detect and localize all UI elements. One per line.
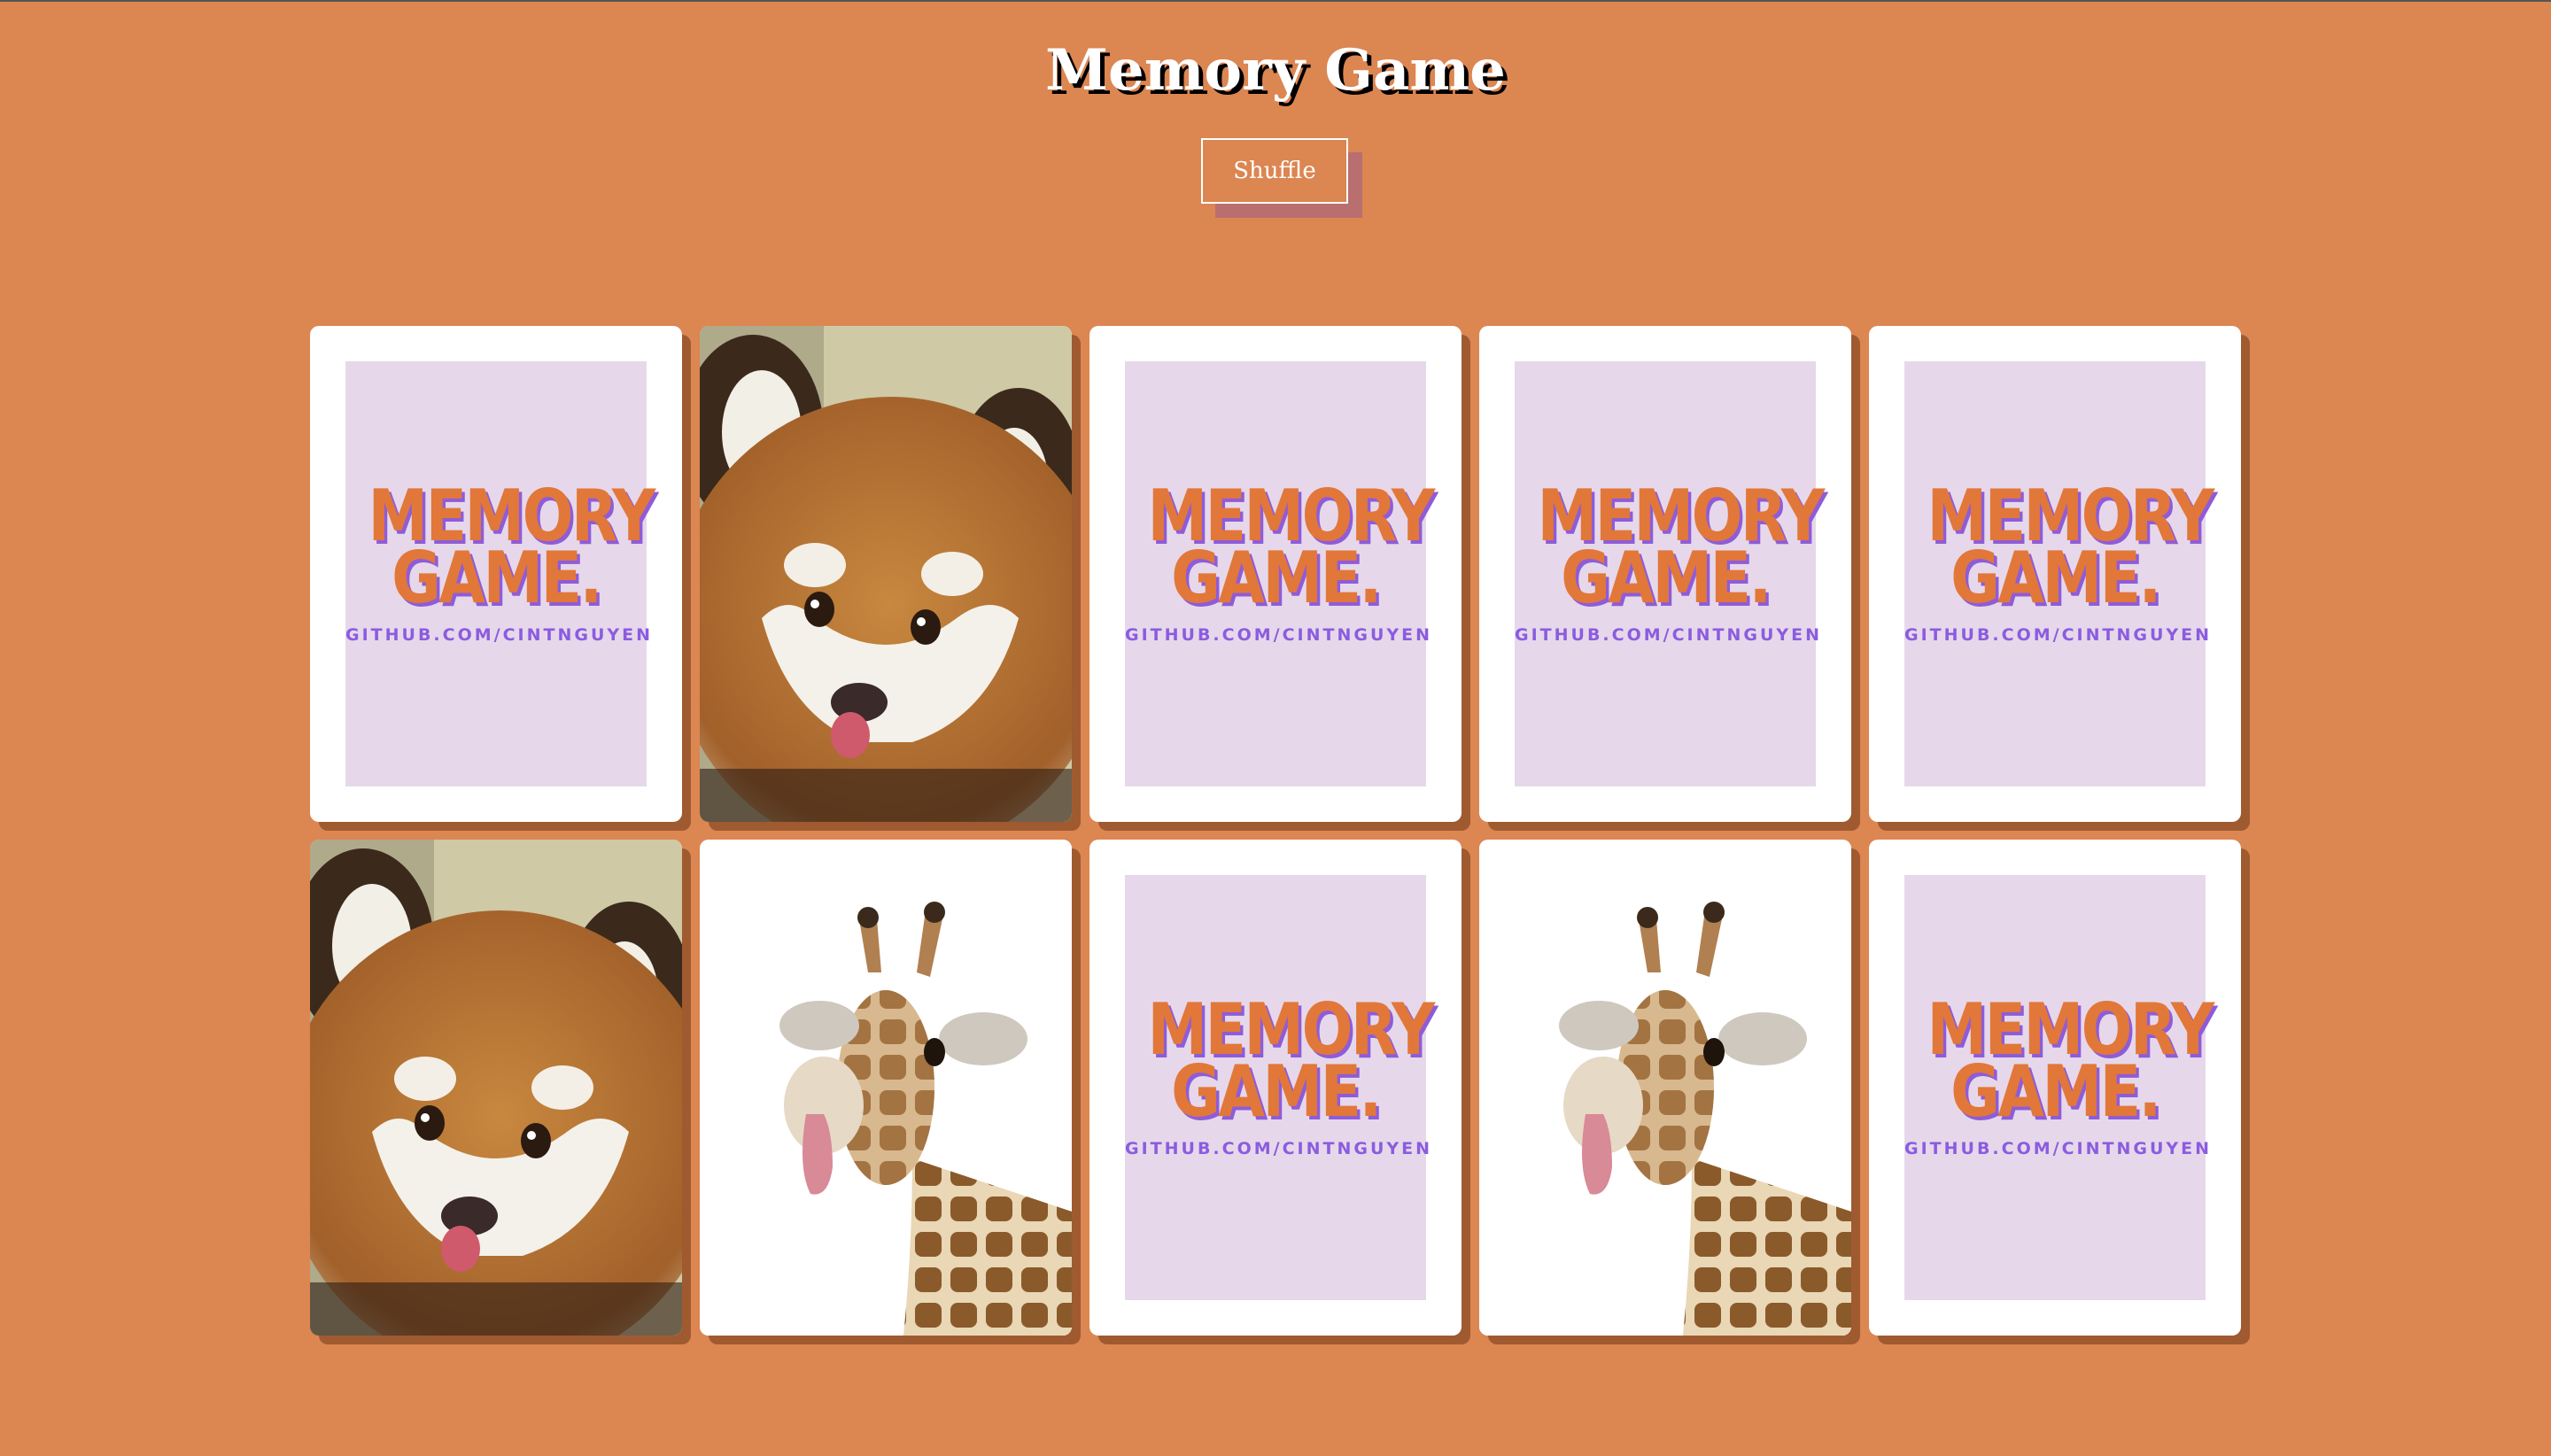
card-face-down[interactable]: MEMORY GAME. GITHUB.COM/CINTNGUYEN [1479,326,1851,822]
card-giraffe[interactable] [700,840,1072,1336]
card-face-down[interactable]: MEMORY GAME. GITHUB.COM/CINTNGUYEN [1869,326,2241,822]
card-back-design: MEMORY GAME. GITHUB.COM/CINTNGUYEN [1904,875,2215,1300]
card-face-down[interactable]: MEMORY GAME. GITHUB.COM/CINTNGUYEN [1869,840,2241,1336]
game-page: Memory Game Shuffle MEMORY GAME. GITHUB.… [0,0,2551,1456]
memory-game-logo: MEMORY GAME. [1147,988,1436,1133]
card-back-design: MEMORY GAME. GITHUB.COM/CINTNGUYEN [1515,361,1826,786]
card-back-design: MEMORY GAME. GITHUB.COM/CINTNGUYEN [1125,875,1436,1300]
logo-subtitle: GITHUB.COM/CINTNGUYEN [1904,1139,2213,1158]
card-back-design: MEMORY GAME. GITHUB.COM/CINTNGUYEN [345,361,656,786]
card-giraffe[interactable] [1479,840,1851,1336]
memory-game-logo: MEMORY GAME. [1147,475,1436,619]
card-face-down[interactable]: MEMORY GAME. GITHUB.COM/CINTNGUYEN [310,326,682,822]
logo-subtitle: GITHUB.COM/CINTNGUYEN [345,625,654,645]
red-panda-image [310,840,682,1336]
card-face-down[interactable]: MEMORY GAME. GITHUB.COM/CINTNGUYEN [1089,326,1462,822]
giraffe-image [700,840,1072,1336]
logo-subtitle: GITHUB.COM/CINTNGUYEN [1904,625,2213,645]
card-grid: MEMORY GAME. GITHUB.COM/CINTNGUYEN MEMOR… [310,326,2241,1336]
shuffle-button[interactable]: Shuffle [1201,138,1348,204]
card-back-design: MEMORY GAME. GITHUB.COM/CINTNGUYEN [1125,361,1436,786]
card-face-down[interactable]: MEMORY GAME. GITHUB.COM/CINTNGUYEN [1089,840,1462,1336]
memory-game-logo: MEMORY GAME. [368,475,656,619]
memory-game-logo: MEMORY GAME. [1927,475,2215,619]
logo-subtitle: GITHUB.COM/CINTNGUYEN [1125,1139,1433,1158]
logo-subtitle: GITHUB.COM/CINTNGUYEN [1515,625,1823,645]
red-panda-image [700,326,1072,822]
memory-game-logo: MEMORY GAME. [1927,988,2215,1133]
page-title: Memory Game [1045,37,1506,104]
giraffe-image [1479,840,1851,1336]
card-red-panda[interactable] [310,840,682,1336]
card-back-design: MEMORY GAME. GITHUB.COM/CINTNGUYEN [1904,361,2215,786]
logo-subtitle: GITHUB.COM/CINTNGUYEN [1125,625,1433,645]
card-red-panda[interactable] [700,326,1072,822]
memory-game-logo: MEMORY GAME. [1537,475,1826,619]
